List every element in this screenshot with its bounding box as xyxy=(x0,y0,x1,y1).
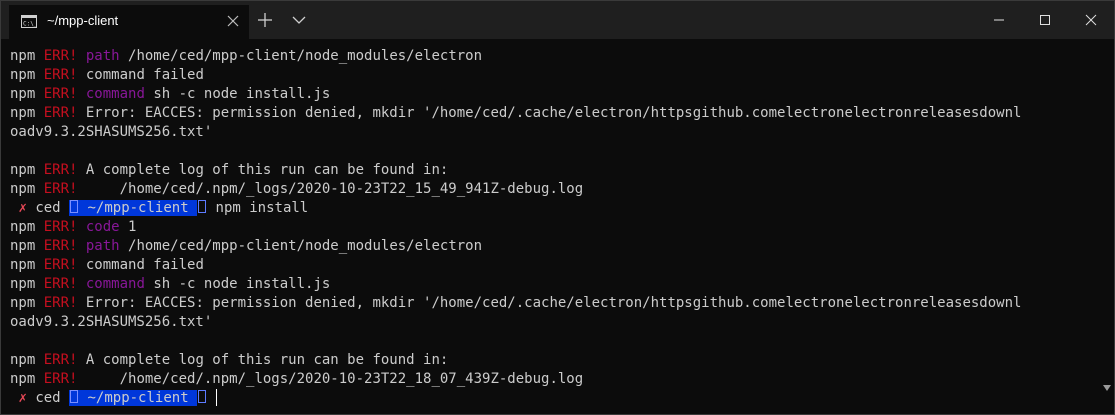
err-tag: ERR! xyxy=(43,48,78,64)
output-text: A complete log of this run can be found … xyxy=(77,162,449,178)
output-text: command failed xyxy=(77,67,204,83)
prompt-line: ✗ ced ~/mpp-client xyxy=(10,389,1100,408)
prompt-user: ced xyxy=(35,200,61,216)
output-line: npm ERR! /home/ced/.npm/_logs/2020-10-23… xyxy=(10,180,1100,199)
output-text: Error: EACCES: permission denied, mkdir … xyxy=(77,105,1022,121)
err-tag: ERR! xyxy=(43,238,78,254)
title-bar[interactable]: C:\_ ~/mpp-client xyxy=(1,1,1114,39)
err-tag: ERR! xyxy=(43,295,78,311)
npm-prefix: npm xyxy=(10,48,44,64)
chevron-down-icon[interactable] xyxy=(292,15,306,25)
npm-prefix: npm xyxy=(10,295,44,311)
npm-prefix: npm xyxy=(10,181,44,197)
npm-prefix: npm xyxy=(10,371,44,387)
output-text: command failed xyxy=(77,257,204,273)
svg-text:C:\_: C:\_ xyxy=(23,21,37,28)
npm-prefix: npm xyxy=(10,67,44,83)
terminal-output[interactable]: npm ERR! path /home/ced/mpp-client/node_… xyxy=(10,47,1100,408)
err-tag: ERR! xyxy=(43,371,78,387)
npm-prefix: npm xyxy=(10,105,44,121)
tab-mpp-client[interactable]: C:\_ ~/mpp-client xyxy=(9,5,249,39)
powerline-separator-icon xyxy=(198,390,207,403)
terminal-icon: C:\_ xyxy=(21,15,37,28)
close-icon[interactable] xyxy=(227,15,239,27)
prompt-status-mark: ✗ xyxy=(18,200,27,216)
npm-prefix: npm xyxy=(10,276,44,292)
output-line: npm ERR! code 1 xyxy=(10,218,1100,237)
error-key: path xyxy=(85,48,120,64)
scroll-down-icon[interactable] xyxy=(1103,385,1111,391)
window-close-icon xyxy=(1085,14,1097,26)
npm-prefix: npm xyxy=(10,352,44,368)
output-line: npm ERR! path /home/ced/mpp-client/node_… xyxy=(10,237,1100,256)
window-close-button[interactable] xyxy=(1068,1,1114,39)
output-line: npm ERR! /home/ced/.npm/_logs/2020-10-23… xyxy=(10,370,1100,389)
output-text: /home/ced/mpp-client/node_modules/electr… xyxy=(119,48,483,64)
err-tag: ERR! xyxy=(43,276,78,292)
prompt-status-mark: ✗ xyxy=(18,390,27,406)
npm-prefix: npm xyxy=(10,219,44,235)
plus-icon[interactable] xyxy=(257,12,273,28)
output-text: /home/ced/.npm/_logs/2020-10-23T22_15_49… xyxy=(77,181,584,197)
error-key: code xyxy=(85,219,120,235)
npm-prefix: npm xyxy=(10,86,44,102)
npm-prefix: npm xyxy=(10,162,44,178)
error-key: command xyxy=(85,86,145,102)
minimize-button[interactable] xyxy=(976,1,1022,39)
output-line: npm ERR! Error: EACCES: permission denie… xyxy=(10,104,1100,123)
output-line: npm ERR! Error: EACCES: permission denie… xyxy=(10,294,1100,313)
output-text: A complete log of this run can be found … xyxy=(77,352,449,368)
powerline-glyph-icon xyxy=(70,390,79,403)
output-line: npm ERR! command failed xyxy=(10,66,1100,85)
err-tag: ERR! xyxy=(43,67,78,83)
output-line: npm ERR! command failed xyxy=(10,256,1100,275)
output-text: /home/ced/.npm/_logs/2020-10-23T22_18_07… xyxy=(77,371,584,387)
output-line: npm ERR! A complete log of this run can … xyxy=(10,351,1100,370)
output-text: oadv9.3.2SHASUMS256.txt' xyxy=(10,124,213,140)
output-line: npm ERR! command sh -c node install.js xyxy=(10,275,1100,294)
err-tag: ERR! xyxy=(43,352,78,368)
err-tag: ERR! xyxy=(43,162,78,178)
error-key: path xyxy=(85,238,120,254)
err-tag: ERR! xyxy=(43,181,78,197)
powerline-glyph-icon xyxy=(70,200,79,213)
err-tag: ERR! xyxy=(43,219,78,235)
output-line: oadv9.3.2SHASUMS256.txt' xyxy=(10,123,1100,142)
output-line: npm ERR! path /home/ced/mpp-client/node_… xyxy=(10,47,1100,66)
prompt-line: ✗ ced ~/mpp-client npm install xyxy=(10,199,1100,218)
prompt-path: ~/mpp-client xyxy=(87,390,189,406)
output-line: npm ERR! command sh -c node install.js xyxy=(10,85,1100,104)
error-key: command xyxy=(85,276,145,292)
output-text: oadv9.3.2SHASUMS256.txt' xyxy=(10,314,213,330)
prompt-path-segment: ~/mpp-client xyxy=(69,200,198,216)
maximize-icon xyxy=(1040,15,1050,25)
output-text: /home/ced/mpp-client/node_modules/electr… xyxy=(119,238,483,254)
tab-title: ~/mpp-client xyxy=(47,13,119,28)
minimize-icon xyxy=(994,19,1004,21)
output-text: Error: EACCES: permission denied, mkdir … xyxy=(77,295,1022,311)
output-line: oadv9.3.2SHASUMS256.txt' xyxy=(10,313,1100,332)
err-tag: ERR! xyxy=(43,86,78,102)
npm-prefix: npm xyxy=(10,257,44,273)
prompt-command: npm install xyxy=(215,200,309,216)
powerline-separator-icon xyxy=(198,200,207,213)
prompt-user: ced xyxy=(35,390,61,406)
output-line: npm ERR! A complete log of this run can … xyxy=(10,161,1100,180)
output-text: sh -c node install.js xyxy=(144,276,331,292)
npm-prefix: npm xyxy=(10,238,44,254)
maximize-button[interactable] xyxy=(1022,1,1068,39)
text-cursor xyxy=(215,389,217,406)
output-text: 1 xyxy=(119,219,137,235)
output-text: sh -c node install.js xyxy=(144,86,331,102)
terminal-window: C:\_ ~/mpp-client npm ERR! path /home/ce… xyxy=(0,0,1115,415)
prompt-path: ~/mpp-client xyxy=(87,200,189,216)
err-tag: ERR! xyxy=(43,105,78,121)
err-tag: ERR! xyxy=(43,257,78,273)
prompt-path-segment: ~/mpp-client xyxy=(69,390,198,406)
